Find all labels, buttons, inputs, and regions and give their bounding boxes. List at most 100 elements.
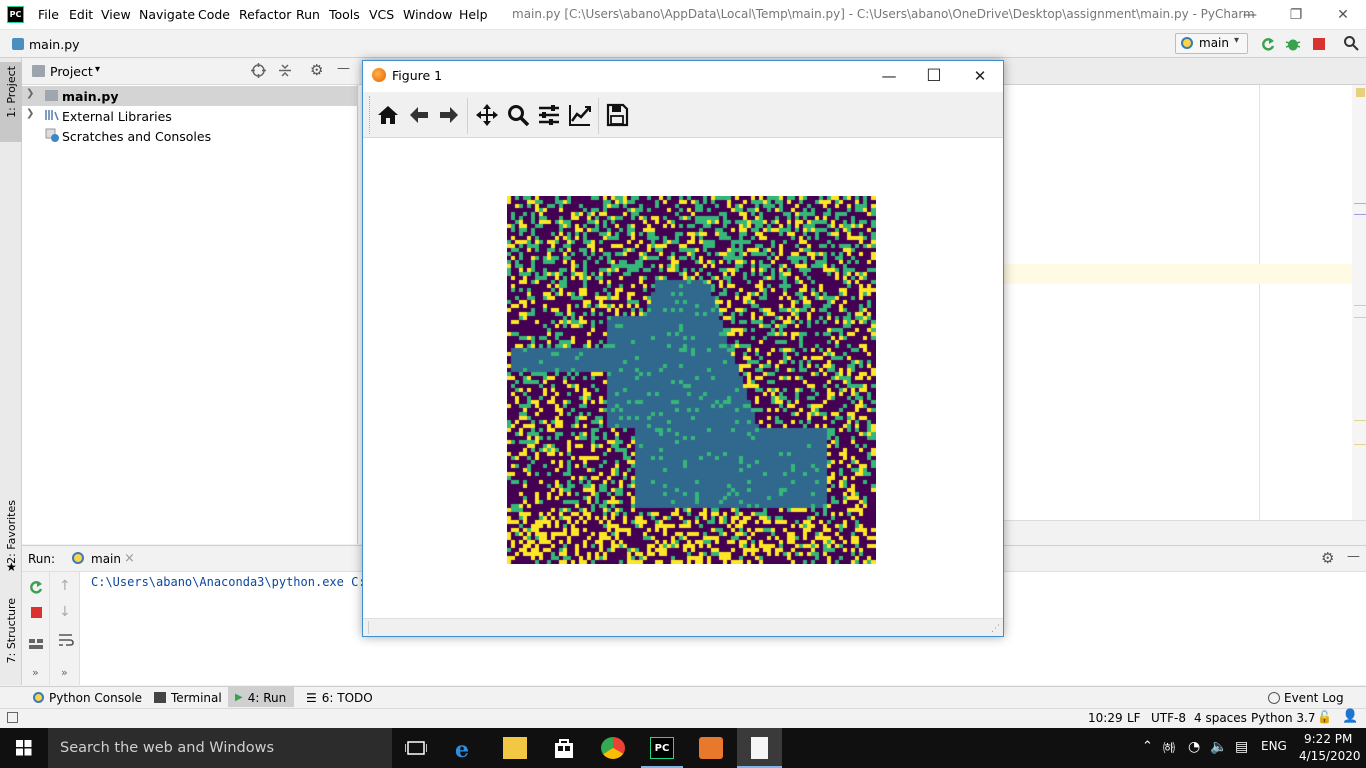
subplots-config-icon[interactable] [537,103,561,127]
restore-button[interactable]: ❐ [1273,0,1319,30]
action-center-icon[interactable]: ▤ [1235,739,1248,755]
minimize-button[interactable]: — [1227,0,1273,30]
file-encoding[interactable]: UTF-8 [1151,711,1186,725]
event-log-button[interactable]: Event Log [1268,688,1344,707]
console-output-line: C:\Users\abano\Anaconda3\python.exe C:/ [91,575,373,589]
structure-tab-label[interactable]: 7: Structure [5,598,18,663]
wifi-icon[interactable]: ◔ [1188,739,1200,755]
volume-icon[interactable]: 🔈 [1210,739,1227,755]
figure-maximize-button[interactable]: ☐ [911,62,957,90]
toggle-tool-windows-icon[interactable] [7,712,18,723]
task-view-icon[interactable] [405,739,427,757]
project-view-selector[interactable]: Project [50,64,93,79]
figure-close-button[interactable]: ✕ [957,62,1003,90]
inspector-icon[interactable]: 👤 [1342,709,1358,724]
toolbar-grip[interactable] [369,96,371,134]
stripe-mark[interactable] [1354,305,1366,306]
taskbar-search-placeholder: Search the web and Windows [60,740,275,756]
chevron-right-icon[interactable]: ❯ [26,108,34,119]
run-tab-main[interactable]: main [91,552,121,566]
more-icon[interactable]: » [32,666,39,679]
layout-icon[interactable] [29,638,43,650]
stripe-mark[interactable] [1354,214,1366,215]
clock-date[interactable]: 4/15/2020 [1299,749,1361,763]
show-hidden-icons-icon[interactable]: ⌃ [1142,739,1153,754]
document-app-icon[interactable] [751,737,768,759]
soft-wrap-icon[interactable] [58,633,74,647]
python-interpreter[interactable]: Python 3.7 [1251,711,1316,725]
rerun-icon[interactable] [1260,36,1276,52]
tree-item-main[interactable]: main.py [62,89,119,104]
stripe-mark[interactable] [1354,203,1366,204]
language-indicator[interactable]: ENG [1261,739,1287,753]
debug-icon[interactable] [1285,36,1301,52]
stop-icon[interactable] [1313,38,1325,50]
segmentation-image[interactable] [507,196,876,564]
menu-view[interactable]: View [101,7,131,22]
tree-item-external-libraries[interactable]: External Libraries [62,109,172,124]
hide-panel-icon[interactable]: — [337,61,350,76]
pdf-app-icon[interactable] [699,737,723,759]
axes-edit-icon[interactable] [568,103,592,127]
figure-minimize-button[interactable]: — [866,62,912,90]
menu-edit[interactable]: Edit [69,7,93,22]
file-explorer-icon[interactable] [503,737,527,759]
breadcrumb-file[interactable]: main.py [29,37,80,52]
menu-tools[interactable]: Tools [329,7,360,22]
back-arrow-icon[interactable] [407,103,431,127]
more-icon[interactable]: » [61,666,68,679]
project-tab-label: 1: Project [5,66,18,118]
python-console-button[interactable]: Python Console [33,688,142,707]
chrome-icon[interactable] [601,737,625,759]
event-log-icon [1268,691,1280,704]
menu-run[interactable]: Run [296,7,320,22]
zoom-icon[interactable] [506,103,530,127]
gear-icon[interactable]: ⚙ [310,61,323,79]
stripe-mark[interactable] [1354,317,1366,318]
menu-code[interactable]: Code [198,7,230,22]
stop-icon[interactable] [31,607,42,618]
inspection-status-icon[interactable] [1356,88,1365,97]
terminal-button[interactable]: Terminal [154,688,222,707]
menu-navigate[interactable]: Navigate [139,7,195,22]
lock-icon[interactable]: 🔓 [1317,710,1332,724]
close-button[interactable]: ✕ [1320,0,1366,30]
error-stripe[interactable] [1352,85,1366,520]
todo-button[interactable]: ☰ 6: TODO [306,688,373,707]
chevron-down-icon[interactable]: ▾ [95,64,100,75]
gear-icon[interactable]: ⚙ [1321,549,1334,567]
pycharm-taskbar-icon[interactable]: PC [650,737,674,759]
rerun-icon[interactable] [28,579,44,595]
collapse-all-icon[interactable] [278,63,292,78]
menu-vcs[interactable]: VCS [369,7,394,22]
up-arrow-icon[interactable]: ↑ [59,578,71,594]
line-separator[interactable]: LF [1127,711,1141,725]
chevron-right-icon[interactable]: ❯ [26,88,34,99]
store-icon[interactable] [553,737,575,759]
menu-window[interactable]: Window [403,7,452,22]
menu-file[interactable]: File [38,7,59,22]
tree-item-scratches[interactable]: Scratches and Consoles [62,129,211,144]
run-tool-button[interactable]: ▶ 4: Run [235,688,286,707]
clock-time[interactable]: 9:22 PM [1304,732,1352,746]
locate-file-icon[interactable] [251,63,266,78]
pan-icon[interactable] [475,103,499,127]
save-icon[interactable] [605,103,629,127]
forward-arrow-icon[interactable] [437,103,461,127]
down-arrow-icon[interactable]: ↓ [59,604,71,620]
hide-panel-icon[interactable]: — [1347,549,1360,564]
resize-grip-icon[interactable]: ⋰ [991,624,1000,634]
stripe-mark[interactable] [1354,444,1366,445]
favorites-tab-label[interactable]: 2: Favorites [5,500,18,564]
caret-position[interactable]: 10:29 [1088,711,1123,725]
stripe-mark[interactable] [1354,420,1366,421]
search-icon[interactable] [1343,35,1359,51]
indent-setting[interactable]: 4 spaces [1194,711,1247,725]
edge-browser-icon[interactable]: e [455,737,479,763]
menu-refactor[interactable]: Refactor [239,7,291,22]
input-method-icon[interactable]: ㈛ [1163,739,1175,756]
windows-start-icon[interactable] [16,740,32,756]
menu-help[interactable]: Help [459,7,488,22]
home-icon[interactable] [376,103,400,127]
close-tab-icon[interactable]: × [124,551,135,566]
